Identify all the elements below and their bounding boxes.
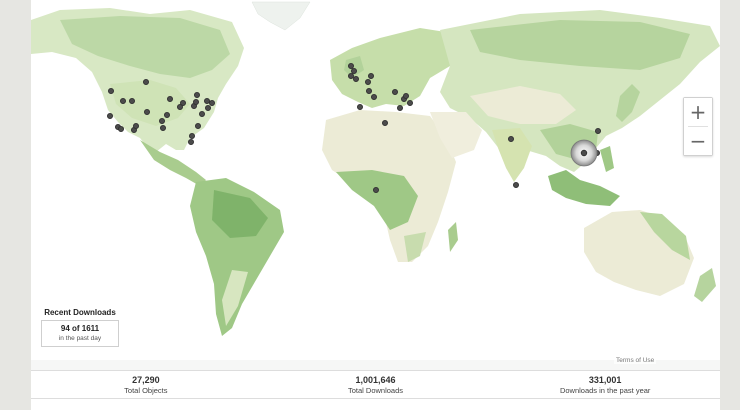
download-marker[interactable]	[365, 88, 372, 95]
download-marker[interactable]	[142, 79, 149, 86]
stat-total-objects: 27,290 Total Objects	[31, 371, 261, 398]
download-marker[interactable]	[158, 118, 165, 125]
download-marker[interactable]	[402, 93, 409, 100]
download-marker[interactable]	[208, 100, 215, 107]
download-marker[interactable]	[507, 135, 514, 142]
zoom-control: + −	[683, 97, 713, 156]
hotspot-marker[interactable]	[570, 139, 598, 167]
stat-value: 27,290	[132, 375, 160, 385]
stat-label: Total Downloads	[347, 386, 404, 395]
download-marker[interactable]	[120, 98, 127, 105]
download-marker[interactable]	[166, 96, 173, 103]
download-marker[interactable]	[132, 123, 139, 130]
download-marker[interactable]	[396, 105, 403, 112]
download-marker[interactable]	[513, 181, 520, 188]
download-marker[interactable]	[372, 186, 379, 193]
zoom-out-button[interactable]: −	[684, 127, 712, 155]
download-marker[interactable]	[107, 113, 114, 120]
download-marker[interactable]	[381, 120, 388, 127]
download-marker[interactable]	[370, 94, 377, 101]
download-marker[interactable]	[163, 112, 170, 119]
recent-downloads-period: in the past day	[58, 335, 102, 342]
download-marker[interactable]	[595, 127, 602, 134]
download-marker[interactable]	[128, 98, 135, 105]
download-marker[interactable]	[204, 105, 211, 112]
download-marker[interactable]	[194, 123, 201, 130]
download-marker[interactable]	[367, 73, 374, 80]
map-canvas	[31, 0, 720, 370]
stats-bar: 27,290 Total Objects 1,001,646 Total Dow…	[31, 370, 720, 399]
terms-of-use-link[interactable]: Terms of Use	[614, 357, 657, 364]
download-marker[interactable]	[192, 99, 199, 106]
download-marker[interactable]	[108, 88, 115, 95]
download-marker[interactable]	[143, 109, 150, 116]
download-marker[interactable]	[193, 92, 200, 99]
download-marker[interactable]	[187, 138, 194, 145]
stat-value: 1,001,646	[355, 375, 396, 385]
download-marker[interactable]	[159, 125, 166, 132]
download-marker[interactable]	[118, 126, 125, 133]
stat-label: Downloads in the past year	[559, 386, 651, 395]
recent-downloads-count: 94 of 1611	[60, 324, 100, 333]
download-marker[interactable]	[364, 79, 371, 86]
download-marker[interactable]	[347, 63, 354, 70]
download-marker[interactable]	[391, 89, 398, 96]
recent-downloads-title: Recent Downloads	[44, 308, 116, 317]
world-map[interactable]: + −	[31, 0, 720, 370]
download-marker[interactable]	[203, 98, 210, 105]
stat-label: Total Objects	[124, 386, 168, 395]
zoom-in-button[interactable]: +	[684, 98, 712, 126]
download-marker[interactable]	[176, 104, 183, 111]
stat-value: 331,001	[588, 375, 622, 385]
hotspot-dot[interactable]	[580, 149, 588, 157]
download-marker[interactable]	[356, 104, 363, 111]
recent-downloads-panel: Recent Downloads 94 of 1611 in the past …	[41, 308, 119, 347]
download-marker[interactable]	[350, 68, 357, 75]
download-marker[interactable]	[188, 132, 195, 139]
stat-total-downloads: 1,001,646 Total Downloads	[261, 371, 491, 398]
recent-downloads-box: 94 of 1611 in the past day	[41, 320, 119, 347]
download-marker[interactable]	[198, 111, 205, 118]
bottom-panel	[31, 399, 720, 410]
stat-downloads-past-year: 331,001 Downloads in the past year	[490, 371, 720, 398]
download-marker[interactable]	[352, 76, 359, 83]
download-marker[interactable]	[347, 73, 354, 80]
download-marker[interactable]	[406, 100, 413, 107]
